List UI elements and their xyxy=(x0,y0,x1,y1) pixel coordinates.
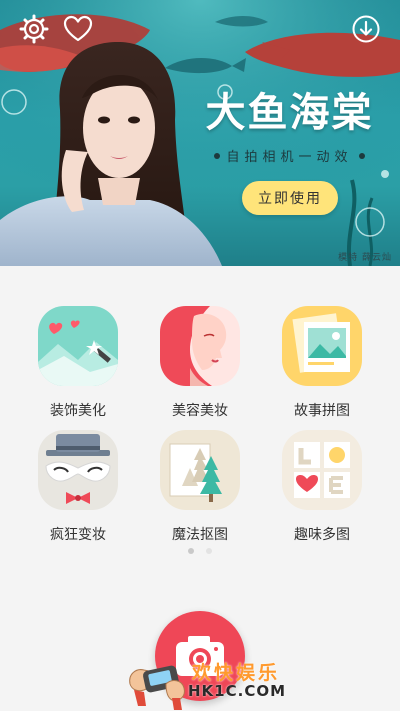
feature-label: 魔法抠图 xyxy=(172,527,228,543)
banner-subtitle-row: 自拍相机一动效 xyxy=(192,146,387,165)
feature-label: 装饰美化 xyxy=(50,403,106,419)
dot-left xyxy=(214,152,221,159)
feature-decorate[interactable]: 装饰美化 xyxy=(18,306,138,420)
banner-title-block: 大鱼海棠 自拍相机一动效 xyxy=(192,88,387,165)
gamepad-hands-icon xyxy=(129,665,185,710)
decorate-icon xyxy=(38,306,118,386)
feature-beauty-makeup[interactable]: 美容美妆 xyxy=(140,306,260,420)
heart-icon[interactable] xyxy=(63,14,93,44)
feature-fun-multi-photo[interactable]: 趣味多图 xyxy=(262,430,382,544)
gear-icon[interactable] xyxy=(19,14,49,44)
feature-label: 趣味多图 xyxy=(294,527,350,543)
story-collage-icon xyxy=(282,306,362,386)
watermark-en: HK1C.COM xyxy=(188,682,287,700)
crazy-makeover-icon xyxy=(38,430,118,510)
feature-label: 疯狂变妆 xyxy=(50,527,106,543)
fun-multi-photo-icon xyxy=(282,430,362,510)
feature-magic-cutout[interactable]: 魔法抠图 xyxy=(140,430,260,544)
banner-title: 大鱼海棠 xyxy=(205,89,374,136)
feature-label: 美容美妆 xyxy=(172,403,228,419)
watermark: 欢快娱乐 HK1C.COM xyxy=(126,654,296,711)
feature-story-collage[interactable]: 故事拼图 xyxy=(262,306,382,420)
page-dot xyxy=(206,548,212,554)
magic-cutout-icon xyxy=(160,430,240,510)
beauty-makeup-icon xyxy=(160,306,240,386)
watermark-cn: 欢快娱乐 xyxy=(192,662,281,684)
use-now-button[interactable]: 立即使用 xyxy=(242,181,338,215)
feature-label: 故事拼图 xyxy=(294,403,350,419)
page-dot-active xyxy=(188,548,194,554)
feature-crazy-makeover[interactable]: 疯狂变妆 xyxy=(18,430,138,544)
download-icon[interactable] xyxy=(351,14,381,44)
dot-right xyxy=(358,152,365,159)
banner-subtitle: 自拍相机一动效 xyxy=(226,150,353,165)
page-indicator xyxy=(0,548,400,554)
banner[interactable]: 大鱼海棠 自拍相机一动效 立即使用 模特 薛云灿 xyxy=(0,0,400,266)
banner-credit: 模特 薛云灿 xyxy=(338,253,392,263)
